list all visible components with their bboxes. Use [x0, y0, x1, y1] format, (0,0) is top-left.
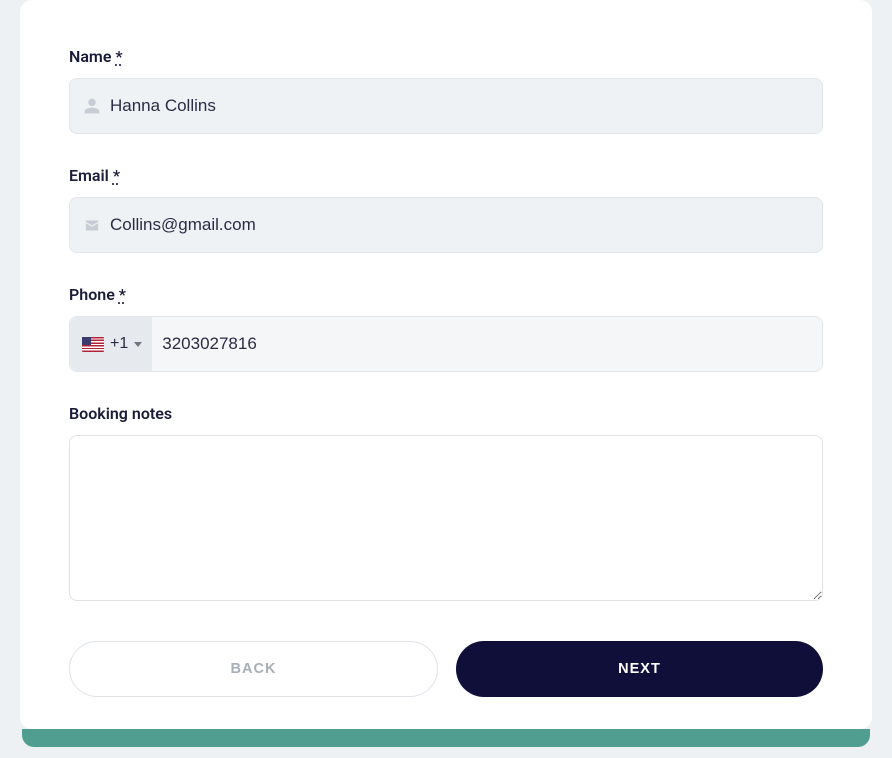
phone-label-text: Phone	[69, 285, 119, 304]
name-input[interactable]	[110, 79, 822, 133]
chevron-down-icon	[134, 342, 142, 347]
email-input-wrap	[69, 197, 823, 253]
next-button[interactable]: NEXT	[456, 641, 823, 697]
country-code-selector[interactable]: +1	[70, 317, 152, 371]
footer-strip	[22, 729, 870, 747]
email-input[interactable]	[110, 198, 822, 252]
name-group: Name *	[69, 47, 823, 134]
name-required-marker: *	[115, 47, 122, 66]
phone-input-wrap: +1	[69, 316, 823, 372]
user-icon	[82, 96, 102, 116]
name-input-wrap	[69, 78, 823, 134]
country-code-text: +1	[110, 335, 128, 353]
email-required-marker: *	[113, 166, 120, 185]
email-label-text: Email	[69, 166, 113, 185]
email-label: Email *	[69, 166, 823, 185]
us-flag-icon	[82, 337, 104, 352]
back-button[interactable]: BACK	[69, 641, 438, 697]
phone-group: Phone * +1	[69, 285, 823, 372]
phone-input[interactable]	[152, 317, 822, 371]
notes-label: Booking notes	[69, 404, 823, 423]
notes-group: Booking notes	[69, 404, 823, 605]
phone-label: Phone *	[69, 285, 823, 304]
booking-notes-textarea[interactable]	[69, 435, 823, 601]
email-group: Email *	[69, 166, 823, 253]
form-card: Name * Email * Phone *	[20, 0, 872, 729]
name-label: Name *	[69, 47, 823, 66]
envelope-icon	[82, 215, 102, 235]
button-row: BACK NEXT	[69, 641, 823, 697]
phone-required-marker: *	[119, 285, 126, 304]
name-label-text: Name	[69, 47, 115, 66]
page-wrapper: Name * Email * Phone *	[0, 0, 892, 758]
